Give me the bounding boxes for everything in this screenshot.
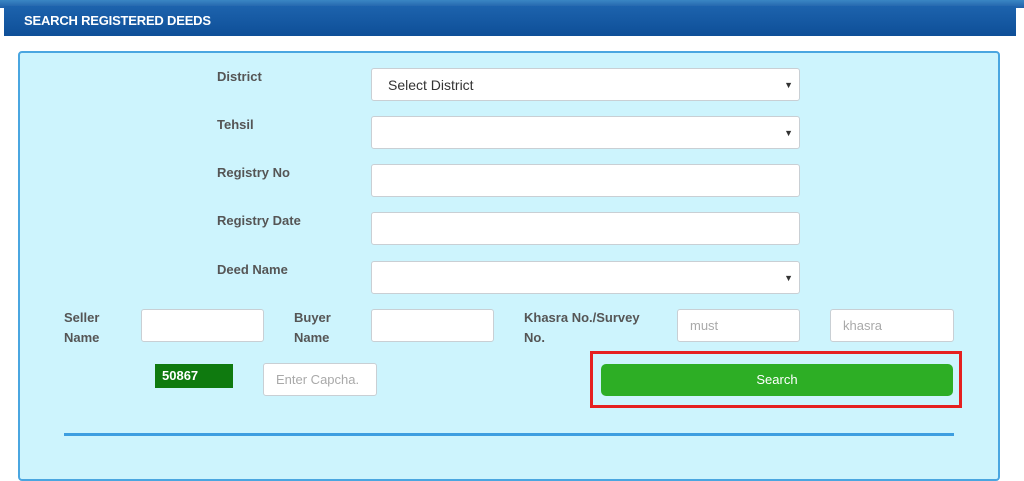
khasra-must-placeholder: must xyxy=(690,318,719,333)
district-label: District xyxy=(217,69,262,84)
khasra-must-input[interactable]: must xyxy=(677,309,800,342)
seller-name-label-line2: Name xyxy=(64,330,100,345)
seller-name-label: Seller Name xyxy=(64,308,99,348)
deed-name-select[interactable]: ▼ xyxy=(371,261,800,294)
khasra-number-placeholder: khasra xyxy=(843,318,883,333)
registry-no-label: Registry No xyxy=(217,165,290,180)
form-divider xyxy=(64,433,954,436)
district-select-value: Select District xyxy=(388,77,474,93)
registry-date-label: Registry Date xyxy=(217,213,301,228)
page-title: SEARCH REGISTERED DEEDS xyxy=(4,6,1016,36)
tehsil-label: Tehsil xyxy=(217,117,254,132)
captcha-code: 50867 xyxy=(155,364,233,388)
buyer-name-label: Buyer Name xyxy=(294,308,331,348)
buyer-name-label-line2: Name xyxy=(294,330,330,345)
registry-date-input[interactable] xyxy=(371,212,800,245)
khasra-label-line2: No. xyxy=(524,330,545,345)
khasra-number-input[interactable]: khasra xyxy=(830,309,954,342)
captcha-input[interactable]: Enter Capcha. xyxy=(263,363,377,396)
district-select[interactable]: Select District ▼ xyxy=(371,68,800,101)
tehsil-select[interactable]: ▼ xyxy=(371,116,800,149)
deed-name-label: Deed Name xyxy=(217,262,288,277)
dropdown-arrow-icon: ▼ xyxy=(784,80,793,90)
dropdown-arrow-icon: ▼ xyxy=(784,128,793,138)
khasra-label-line1: Khasra No./Survey xyxy=(524,310,640,325)
dropdown-arrow-icon: ▼ xyxy=(784,273,793,283)
buyer-name-input[interactable] xyxy=(371,309,494,342)
search-button[interactable]: Search xyxy=(601,364,953,396)
seller-name-label-line1: Seller xyxy=(64,310,100,325)
registry-no-input[interactable] xyxy=(371,164,800,197)
seller-name-input[interactable] xyxy=(141,309,264,342)
captcha-placeholder: Enter Capcha. xyxy=(276,372,360,387)
khasra-label: Khasra No./Survey No. xyxy=(524,308,640,348)
buyer-name-label-line1: Buyer xyxy=(294,310,331,325)
